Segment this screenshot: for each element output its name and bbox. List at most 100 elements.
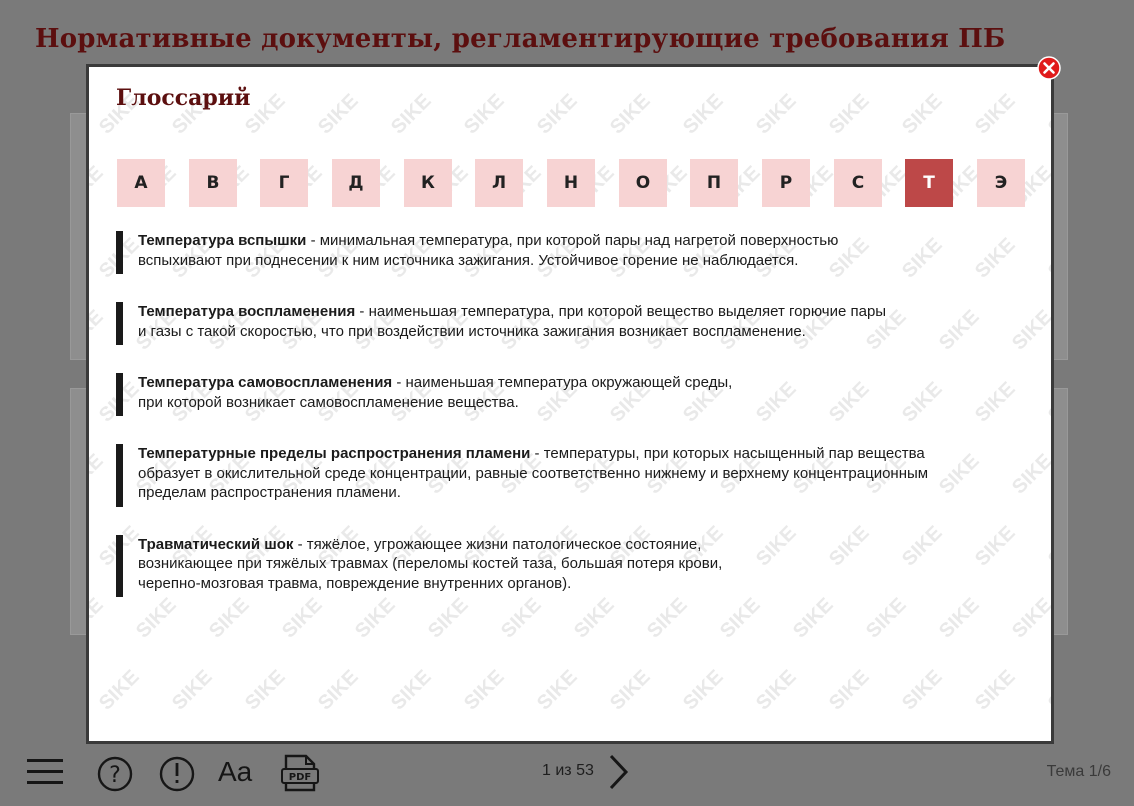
watermark-text: SIKE (387, 90, 436, 139)
watermark-text: SIKE (168, 666, 217, 715)
glossary-entry: Травматический шок - тяжёлое, угрожающее… (116, 534, 996, 597)
letter-button[interactable]: С (834, 159, 882, 207)
help-icon[interactable]: ? (96, 750, 136, 794)
pdf-icon[interactable]: PDF (280, 750, 320, 794)
watermark-text: SIKE (570, 738, 619, 744)
letter-button[interactable]: В (189, 159, 237, 207)
watermark-text: SIKE (971, 90, 1020, 139)
watermark-text: SIKE (533, 666, 582, 715)
entry-term: Температурные пределы распространения пл… (138, 445, 531, 462)
close-icon[interactable] (1037, 56, 1061, 80)
watermark-text: SIKE (606, 90, 655, 139)
entry-marker (116, 373, 123, 416)
letter-button[interactable]: Э (977, 159, 1025, 207)
watermark-text: SIKE (1044, 378, 1054, 427)
entry-term: Травматический шок (138, 535, 294, 553)
page-title: Нормативные документы, регламентирующие … (35, 24, 1006, 54)
entry-definition: и газы с такой скоростью, что при воздей… (138, 322, 806, 340)
svg-text:?: ? (109, 763, 121, 788)
watermark-text: SIKE (1008, 450, 1054, 499)
alphabet-filter: А В Г Д К Л Н О П Р С Т Э (117, 159, 1037, 207)
watermark-text: SIKE (89, 594, 108, 643)
watermark-text: SIKE (241, 666, 290, 715)
watermark-text: SIKE (752, 666, 801, 715)
watermark-text: SIKE (205, 738, 254, 744)
watermark-text: SIKE (89, 306, 108, 355)
watermark-text: SIKE (497, 738, 546, 744)
entry-definition: пределам распространения пламени. (138, 484, 401, 501)
entry-definition: - температуры, при которых насыщенный па… (530, 445, 925, 462)
watermark-text: SIKE (351, 738, 400, 744)
warning-icon[interactable] (158, 750, 198, 794)
letter-button[interactable]: Н (547, 159, 595, 207)
topic-indicator: Тема 1/6 (1046, 763, 1111, 780)
entry-marker (116, 444, 123, 507)
watermark-text: SIKE (898, 666, 947, 715)
watermark-text: SIKE (89, 162, 108, 211)
watermark-text: SIKE (460, 90, 509, 139)
svg-text:PDF: PDF (289, 772, 311, 783)
watermark-text: SIKE (789, 738, 838, 744)
modal-title: Глоссарий (116, 85, 251, 111)
watermark-text: SIKE (89, 450, 108, 499)
watermark-text: SIKE (533, 90, 582, 139)
entry-definition: - наименьшая температура окружающей сред… (392, 374, 733, 391)
entry-term: Температура самовоспламенения (138, 374, 393, 391)
menu-icon[interactable] (25, 750, 65, 794)
glossary-entry: Температура вспышки - минимальная темпер… (116, 231, 996, 274)
entry-definition: - минимальная температура, при которой п… (306, 232, 839, 249)
watermark-text: SIKE (643, 738, 692, 744)
watermark-text: SIKE (1044, 522, 1054, 571)
watermark-text: SIKE (898, 90, 947, 139)
page-counter: 1 из 53 (542, 762, 594, 779)
letter-button[interactable]: Г (260, 159, 308, 207)
entry-marker (116, 231, 123, 274)
entry-term: Температура воспламенения (138, 303, 356, 320)
letter-button[interactable]: О (619, 159, 667, 207)
letter-button[interactable]: К (404, 159, 452, 207)
letter-button[interactable]: Т (905, 159, 953, 207)
entry-definition: - наименьшая температура, при которой ве… (355, 303, 887, 320)
font-size-icon[interactable]: Aa (218, 750, 260, 794)
entry-definition: вспыхивают при поднесении к ним источник… (138, 251, 799, 269)
glossary-entries: Температура вспышки - минимальная темпер… (116, 231, 996, 625)
watermark-text: SIKE (424, 738, 473, 744)
glossary-modal: SIKE SIKE SIKE SIKE SIKE SIKE SIKE SIKE SIKE SIKE… (86, 64, 1054, 744)
watermark-text: SIKE (1008, 306, 1054, 355)
watermark-text: SIKE (314, 90, 363, 139)
watermark-text: SIKE (1044, 90, 1054, 139)
watermark-text: SIKE (971, 666, 1020, 715)
watermark-text: SIKE (1008, 738, 1054, 744)
watermark-text: SIKE (387, 666, 436, 715)
entry-definition: образует в окислительной среде концентра… (138, 464, 929, 482)
entry-definition: черепно-мозговая травма, повреждение вну… (138, 574, 572, 592)
watermark-text: SIKE (752, 90, 801, 139)
watermark-text: SIKE (89, 738, 108, 744)
watermark-text: SIKE (314, 666, 363, 715)
watermark-text: SIKE (825, 666, 874, 715)
glossary-entry: Температура самовоспламенения - наименьш… (116, 373, 996, 416)
letter-button[interactable]: А (117, 159, 165, 207)
watermark-text: SIKE (606, 666, 655, 715)
watermark-text: SIKE (1044, 666, 1054, 715)
watermark-text: SIKE (132, 738, 181, 744)
entry-definition: возникающее при тяжёлых травмах (перелом… (138, 555, 723, 572)
entry-definition: при которой возникает самовоспламенение … (138, 393, 519, 411)
bottom-toolbar: ? Aa PDF 1 из 53 Тема 1/6 (0, 744, 1134, 806)
letter-button[interactable]: П (690, 159, 738, 207)
entry-definition: - тяжёлое, угрожающее жизни патологическ… (293, 535, 702, 553)
letter-button[interactable]: Р (762, 159, 810, 207)
watermark-text: SIKE (679, 666, 728, 715)
watermark-text: SIKE (278, 738, 327, 744)
letter-button[interactable]: Л (475, 159, 523, 207)
entry-marker (116, 302, 123, 345)
letter-button[interactable]: Д (332, 159, 380, 207)
watermark-text: SIKE (935, 738, 984, 744)
chevron-right-icon[interactable] (606, 752, 632, 792)
watermark-text: SIKE (825, 90, 874, 139)
watermark-text: SIKE (716, 738, 765, 744)
watermark-text: SIKE (460, 666, 509, 715)
watermark-text: SIKE (862, 738, 911, 744)
glossary-entry: Температурные пределы распространения пл… (116, 444, 996, 507)
glossary-entry: Температура воспламенения - наименьшая т… (116, 302, 996, 345)
